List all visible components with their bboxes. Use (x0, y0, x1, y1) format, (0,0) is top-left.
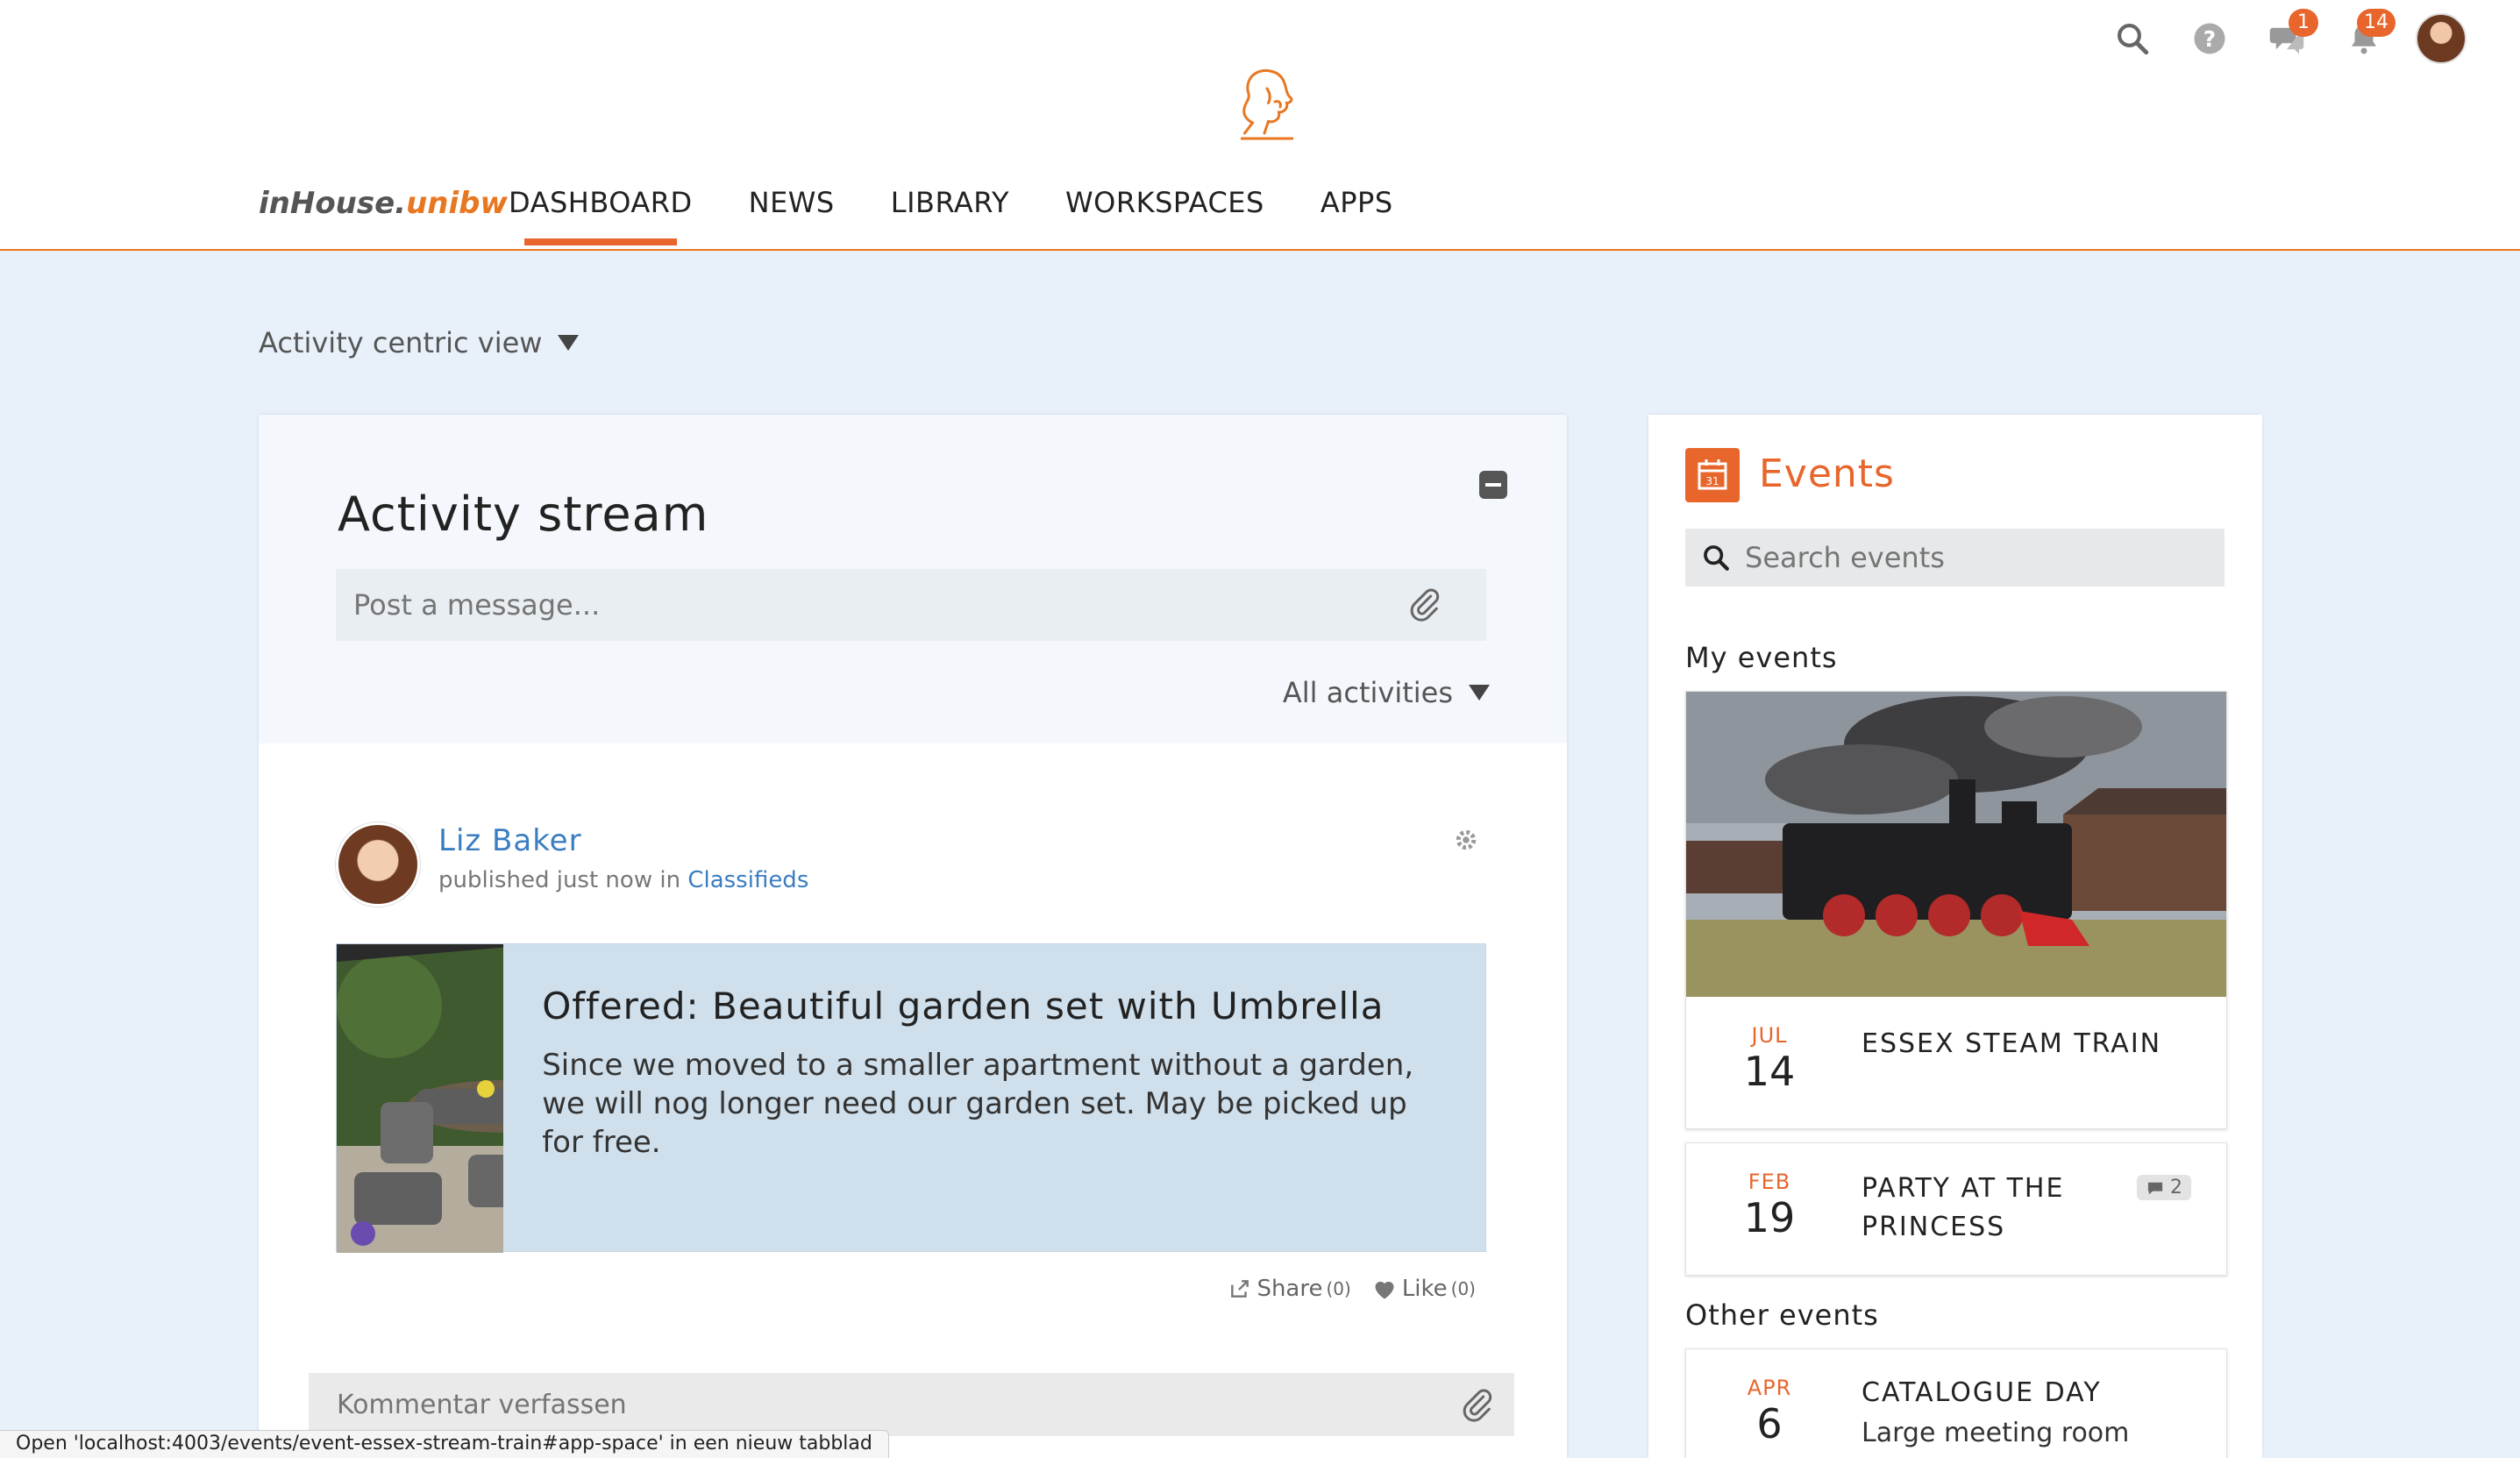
classified-card[interactable]: Offered: Beautiful garden set with Umbre… (336, 943, 1486, 1253)
event-name-line2: PRINCESS (1862, 1212, 2006, 1242)
alerts-badge: 14 (2357, 9, 2395, 37)
event-row: APR 6 CATALOGUE DAY Large meeting room (1686, 1349, 2226, 1458)
calendar-icon-day: 31 (1705, 475, 1719, 487)
event-location: Large meeting room (1862, 1418, 2130, 1448)
activity-stream-header: Activity stream All activities (259, 415, 1567, 743)
browser-status-bar: Open 'localhost:4003/events/event-essex-… (0, 1430, 889, 1458)
minimize-icon[interactable] (1479, 471, 1507, 499)
classified-body: Since we moved to a smaller apartment wi… (542, 1048, 1414, 1160)
like-label: Like (1401, 1276, 1448, 1302)
event-day: 14 (1743, 1048, 1796, 1095)
help-icon[interactable]: ? (2183, 12, 2236, 65)
paperclip-icon[interactable] (1407, 587, 1442, 622)
heart-icon (1375, 1281, 1394, 1299)
brand-prefix: inHouse. (259, 186, 407, 221)
comments-badge: 2 (2137, 1175, 2191, 1200)
classified-text: Offered: Beautiful garden set with Umbre… (503, 944, 1485, 1251)
comments-count: 2 (2170, 1177, 2182, 1198)
share-label: Share (1256, 1276, 1323, 1302)
classified-title[interactable]: Offered: Beautiful garden set with Umbre… (542, 981, 1447, 1032)
search-icon[interactable] (2106, 12, 2159, 65)
activity-stream-card: Activity stream All activities Liz Baker… (259, 415, 1567, 1458)
post-category-link[interactable]: Classifieds (687, 867, 808, 893)
post-author-name[interactable]: Liz Baker (438, 823, 582, 858)
event-card-party-at-the-princess[interactable]: FEB 19 PARTY AT THE PRINCESS 2 (1685, 1142, 2227, 1276)
event-card-essex-steam-train[interactable]: JUL 14 ESSEX STEAM TRAIN (1685, 691, 2227, 1129)
comment-icon (2147, 1182, 2163, 1194)
nav-dashboard[interactable]: DASHBOARD (509, 186, 693, 245)
chat-icon[interactable]: 1 (2260, 9, 2318, 65)
top-icons: ? 1 14 (2082, 9, 2467, 65)
nav-news[interactable]: NEWS (749, 186, 835, 219)
share-button[interactable]: Share (0) (1228, 1276, 1351, 1302)
caret-down-icon (1469, 685, 1490, 701)
events-title: Events (1759, 452, 1895, 496)
event-row: JUL 14 ESSEX STEAM TRAIN (1686, 997, 2226, 1128)
event-month: FEB (1748, 1170, 1791, 1194)
share-count: (0) (1326, 1278, 1351, 1299)
activity-stream-title: Activity stream (338, 487, 709, 542)
paperclip-icon[interactable] (1460, 1388, 1495, 1423)
nav-library[interactable]: LIBRARY (891, 186, 1009, 219)
nav-workspaces[interactable]: WORKSPACES (1065, 186, 1264, 219)
comment-input[interactable] (309, 1373, 1514, 1436)
activities-filter-dropdown[interactable]: All activities (1283, 676, 1490, 709)
event-name: ESSEX STEAM TRAIN (1862, 1028, 2162, 1059)
event-month: APR (1747, 1376, 1792, 1400)
user-avatar[interactable] (2415, 12, 2467, 65)
event-name: PARTY AT THE PRINCESS (1862, 1170, 2064, 1247)
share-icon (1231, 1280, 1249, 1298)
search-icon (1704, 545, 1729, 571)
bell-icon[interactable]: 14 (2338, 9, 2395, 65)
event-month: JUL (1751, 1023, 1788, 1048)
event-name-line1: PARTY AT THE (1862, 1173, 2065, 1204)
university-logo (1241, 69, 1293, 140)
activities-filter-label: All activities (1282, 676, 1453, 709)
like-button[interactable]: Like (0) (1372, 1276, 1476, 1302)
svg-text:?: ? (2203, 26, 2216, 52)
search-events-input[interactable] (1685, 529, 2225, 587)
caret-down-icon (558, 335, 580, 351)
events-card: 31 Events My events (1648, 415, 2262, 1458)
garden-set-image (337, 944, 504, 1253)
steam-train-image (1686, 692, 2226, 997)
brand-name[interactable]: inHouse.unibw (259, 186, 508, 221)
event-name: CATALOGUE DAY (1862, 1377, 2102, 1408)
event-date: FEB 19 (1721, 1170, 1818, 1241)
main-nav: DASHBOARD NEWS LIBRARY WORKSPACES APPS (509, 186, 1449, 245)
event-day: 19 (1743, 1194, 1796, 1241)
top-header: ? 1 14 inHouse.unibw DASHBOARD NEWS LIBR… (0, 0, 2520, 251)
view-switch-label: Activity centric view (259, 326, 543, 359)
calendar-icon: 31 (1685, 448, 1740, 502)
nav-apps[interactable]: APPS (1321, 186, 1393, 219)
post-meta: published just now in Classifieds (438, 867, 808, 893)
like-count: (0) (1450, 1278, 1476, 1299)
post-message-input[interactable] (336, 569, 1486, 641)
event-day: 6 (1756, 1400, 1783, 1447)
event-date: JUL 14 (1721, 1023, 1818, 1095)
event-date: APR 6 (1721, 1376, 1818, 1447)
other-events-label: Other events (1685, 1298, 1879, 1332)
post-meta-text: published just now in (438, 867, 688, 893)
brand-suffix: unibw (406, 186, 508, 221)
messages-badge: 1 (2289, 9, 2318, 37)
post-author-avatar[interactable] (336, 822, 420, 907)
view-switch-dropdown[interactable]: Activity centric view (259, 326, 580, 359)
event-card-catalogue-day[interactable]: APR 6 CATALOGUE DAY Large meeting room (1685, 1348, 2227, 1458)
post-actions: Share (0) Like (0) (1207, 1276, 1476, 1302)
my-events-label: My events (1685, 641, 1838, 674)
gear-icon[interactable] (1453, 827, 1479, 853)
event-row: FEB 19 PARTY AT THE PRINCESS 2 (1686, 1143, 2226, 1275)
